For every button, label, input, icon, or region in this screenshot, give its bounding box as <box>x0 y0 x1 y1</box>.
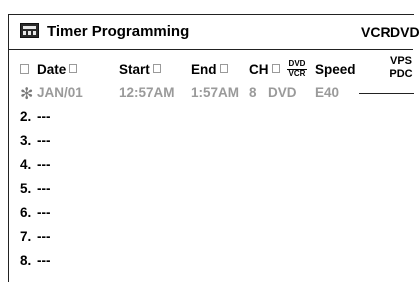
slot-empty-value[interactable]: --- <box>37 205 51 220</box>
mode-vcr-label[interactable]: VCR <box>361 24 391 40</box>
timer-menu-icon <box>20 23 39 38</box>
media-dvd-label: DVD <box>288 59 306 68</box>
program-media[interactable]: DVD <box>268 85 297 100</box>
program-marker-icon: ✻ <box>20 86 34 103</box>
slot-number: 3. <box>20 133 32 148</box>
slot-number: 2. <box>20 109 32 124</box>
timer-programming-screen: Timer Programming VCR DVD Date Start End… <box>8 14 420 282</box>
program-speed[interactable]: E40 <box>315 85 339 100</box>
column-header-vps-pdc: VPS PDC <box>384 55 418 81</box>
program-end[interactable]: 1:57AM <box>191 85 239 100</box>
column-header-start: Start <box>119 62 161 77</box>
slot-number: 7. <box>20 229 32 244</box>
media-vcr-label: VCR <box>288 69 306 78</box>
ch-box-mark <box>271 64 280 73</box>
column-header-speed: Speed <box>315 62 356 77</box>
slot-number: 4. <box>20 157 32 172</box>
slot-empty-value[interactable]: --- <box>37 157 51 172</box>
program-channel[interactable]: 8 <box>249 85 257 100</box>
column-header-media: DVD VCR <box>287 60 307 78</box>
select-column-box <box>20 64 29 74</box>
column-header-end: End <box>191 62 228 77</box>
slot-empty-value[interactable]: --- <box>37 109 51 124</box>
slot-empty-value[interactable]: --- <box>37 181 51 196</box>
start-box-mark <box>152 64 161 73</box>
screen-title: Timer Programming <box>47 23 190 40</box>
pdc-label: PDC <box>389 68 413 80</box>
column-header-ch: CH <box>249 62 280 77</box>
slot-number: 6. <box>20 205 32 220</box>
slot-number: 8. <box>20 253 32 268</box>
slot-empty-value[interactable]: --- <box>37 253 51 268</box>
program-start[interactable]: 12:57AM <box>119 85 175 100</box>
vps-pdc-lead-line <box>359 93 414 94</box>
column-header-date: Date <box>37 62 78 77</box>
program-date[interactable]: JAN/01 <box>37 85 83 100</box>
slot-number: 5. <box>20 181 32 196</box>
end-box-mark <box>219 64 228 73</box>
date-box-mark <box>69 64 78 73</box>
slot-empty-value[interactable]: --- <box>37 229 51 244</box>
vps-label: VPS <box>389 55 412 67</box>
mode-dvd-label[interactable]: DVD <box>390 24 420 40</box>
slot-empty-value[interactable]: --- <box>37 133 51 148</box>
title-bar: Timer Programming VCR DVD <box>9 15 420 50</box>
